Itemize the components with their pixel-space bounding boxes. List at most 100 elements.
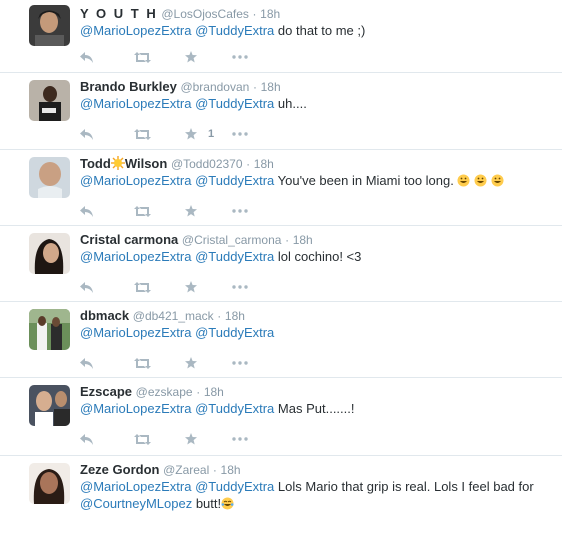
mention-link[interactable]: @TuddyExtra (195, 325, 274, 340)
tweet-item[interactable]: Y O U T H @LosOjosCafes · 18h @MarioLope… (0, 0, 562, 73)
avatar[interactable] (29, 463, 70, 504)
mention-link[interactable]: @TuddyExtra (195, 23, 274, 38)
avatar[interactable] (29, 80, 70, 121)
mention-link[interactable]: @TuddyExtra (195, 96, 274, 111)
separator-dot: · (285, 233, 290, 247)
star-icon (185, 357, 197, 369)
tweet-timestamp[interactable]: 18h (204, 385, 224, 399)
mention-link[interactable]: @MarioLopezExtra (80, 96, 191, 111)
tweet-item[interactable]: Todd Wilson @Todd02370 · 18h @MarioLopezE… (0, 150, 562, 226)
more-button[interactable] (232, 361, 262, 365)
tweet-text: @MarioLopezExtra @TuddyExtra Lols Mario … (80, 478, 550, 512)
tweet-author-handle[interactable]: @brandovan (180, 80, 249, 94)
tweet-body: do that to me ;) (277, 23, 366, 38)
tweet-author-name[interactable]: Zeze Gordon (80, 462, 159, 477)
favorite-button[interactable] (185, 205, 232, 217)
tweet-timestamp[interactable]: 18h (293, 233, 313, 247)
retweet-button[interactable] (134, 281, 185, 293)
retweet-button[interactable] (134, 357, 185, 369)
reply-icon (80, 205, 93, 217)
mention-link[interactable]: @MarioLopezExtra (80, 249, 191, 264)
avatar[interactable] (29, 233, 70, 274)
reply-button[interactable] (80, 51, 134, 63)
reply-icon (80, 357, 93, 369)
tweet-item[interactable]: Zeze Gordon @Zareal · 18h @MarioLopezExt… (0, 456, 562, 545)
tweet-actions (80, 348, 550, 378)
tweet-text: @MarioLopezExtra @TuddyExtra You've been… (80, 172, 550, 189)
mention-link[interactable]: @MarioLopezExtra (80, 23, 191, 38)
tweet-author-name[interactable]: dbmack (80, 308, 129, 323)
reply-button[interactable] (80, 128, 134, 140)
tweet-body: You've been in Miami too long. (277, 173, 454, 188)
mention-link[interactable]: @MarioLopezExtra (80, 479, 191, 494)
avatar[interactable] (29, 309, 70, 350)
favorite-button[interactable] (185, 357, 232, 369)
tweet-timeline: Y O U T H @LosOjosCafes · 18h @MarioLope… (0, 0, 562, 545)
mention-link[interactable]: @TuddyExtra (195, 401, 274, 416)
avatar[interactable] (29, 5, 70, 46)
separator-dot: · (252, 7, 257, 21)
more-button[interactable] (232, 437, 262, 441)
tweet-item[interactable]: Cristal carmona @Cristal_carmona · 18h @… (0, 226, 562, 302)
tweet-item[interactable]: Ezscape @ezskape · 18h @MarioLopezExtra … (0, 378, 562, 456)
reply-icon (80, 433, 93, 445)
more-button[interactable] (232, 55, 262, 59)
favorite-button[interactable] (185, 51, 232, 63)
tweet-text: @MarioLopezExtra @TuddyExtra uh.... (80, 95, 550, 112)
retweet-button[interactable] (134, 205, 185, 217)
retweet-icon (134, 128, 151, 140)
retweet-icon (134, 281, 151, 293)
reply-button[interactable] (80, 281, 134, 293)
tweet-author-handle[interactable]: @ezskape (136, 385, 193, 399)
reply-button[interactable] (80, 357, 134, 369)
tweet-item[interactable]: dbmack @db421_mack · 18h @MarioLopezExtr… (0, 302, 562, 378)
tweet-actions (80, 42, 550, 72)
mention-link[interactable]: @MarioLopezExtra (80, 325, 191, 340)
favorite-button[interactable] (185, 281, 232, 293)
more-button[interactable] (232, 209, 262, 213)
tweet-author-name[interactable]: Brando Burkley (80, 79, 177, 94)
tweet-author-name[interactable]: Todd (80, 156, 111, 171)
tweet-timestamp[interactable]: 18h (221, 463, 241, 477)
tweet-actions (80, 196, 550, 226)
tweet-timestamp[interactable]: 18h (254, 157, 274, 171)
mention-link[interactable]: @TuddyExtra (195, 249, 274, 264)
star-icon (185, 51, 197, 63)
retweet-icon (134, 357, 151, 369)
tweet-body-end: butt! (195, 496, 222, 511)
tweet-author-handle[interactable]: @Cristal_carmona (182, 233, 282, 247)
tweet-author-name[interactable]: Cristal carmona (80, 232, 178, 247)
mention-link[interactable]: @CourtneyMLopez (80, 496, 192, 511)
favorite-button[interactable] (185, 433, 232, 445)
tweet-timestamp[interactable]: 18h (261, 80, 281, 94)
mention-link[interactable]: @MarioLopezExtra (80, 173, 191, 188)
retweet-button[interactable] (134, 51, 185, 63)
tweet-author-name[interactable]: Ezscape (80, 384, 132, 399)
tweet-timestamp[interactable]: 18h (225, 309, 245, 323)
more-button[interactable] (232, 132, 262, 136)
avatar[interactable] (29, 385, 70, 426)
tweet-author-handle[interactable]: @LosOjosCafes (161, 7, 249, 21)
reply-button[interactable] (80, 205, 134, 217)
more-button[interactable] (232, 285, 262, 289)
tweet-author-handle[interactable]: @db421_mack (133, 309, 214, 323)
grinning-emoji-icon (457, 174, 470, 187)
mention-link[interactable]: @TuddyExtra (195, 479, 274, 494)
retweet-button[interactable] (134, 433, 185, 445)
more-dots-icon (232, 209, 248, 213)
favorite-button[interactable]: 1 (185, 128, 232, 140)
tweet-author-name[interactable]: Y O U T H (80, 6, 158, 21)
tweet-author-handle[interactable]: @Todd02370 (171, 157, 243, 171)
tweet-timestamp[interactable]: 18h (260, 7, 280, 21)
reply-button[interactable] (80, 433, 134, 445)
star-icon (185, 205, 197, 217)
avatar[interactable] (29, 157, 70, 198)
more-dots-icon (232, 437, 248, 441)
tweet-author-handle[interactable]: @Zareal (163, 463, 209, 477)
mention-link[interactable]: @MarioLopezExtra (80, 401, 191, 416)
retweet-button[interactable] (134, 128, 185, 140)
tweet-author-name-suffix[interactable]: Wilson (125, 156, 168, 171)
tweet-item[interactable]: Brando Burkley @brandovan · 18h @MarioLo… (0, 73, 562, 150)
mention-link[interactable]: @TuddyExtra (195, 173, 274, 188)
reply-icon (80, 51, 93, 63)
